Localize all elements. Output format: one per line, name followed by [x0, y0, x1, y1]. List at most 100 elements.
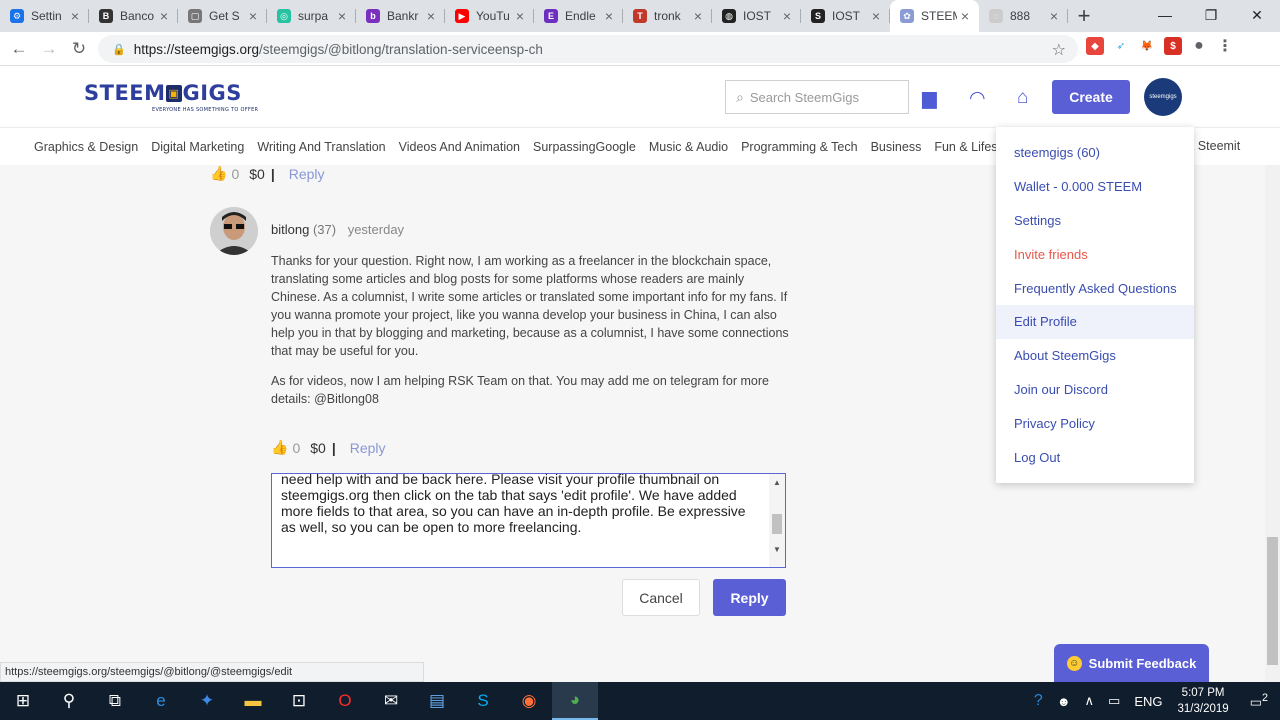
category-item[interactable]: & Steemit [1186, 139, 1240, 153]
tab-close-icon[interactable]: × [1046, 8, 1062, 24]
restore-icon[interactable]: ❐ [1188, 0, 1234, 30]
category-item[interactable]: Digital Marketing [151, 140, 244, 154]
extension-icon[interactable]: ◆ [1086, 37, 1104, 55]
tab-close-icon[interactable]: × [690, 8, 706, 24]
mail-icon[interactable]: ✉ [368, 682, 414, 720]
tab-close-icon[interactable]: × [245, 8, 261, 24]
browser-tab[interactable]: E Endle × [534, 0, 623, 32]
dropdown-item[interactable]: Join our Discord [996, 373, 1194, 407]
task-view-icon[interactable]: ⧉ [92, 682, 138, 720]
search-icon[interactable]: ⚲ [46, 682, 92, 720]
author-name[interactable]: bitlong [271, 222, 309, 237]
browser-tab[interactable]: b Bankr × [356, 0, 445, 32]
browser-tab[interactable]: ✿ STEEM× [890, 0, 979, 32]
windows-start-icon[interactable]: ⊞ [0, 682, 46, 720]
extension-icon[interactable]: $ [1164, 37, 1182, 55]
scroll-thumb[interactable] [772, 514, 782, 534]
chrome-icon[interactable]: ◕ [552, 682, 598, 720]
reply-link[interactable]: Reply [350, 440, 386, 456]
close-window-icon[interactable]: ✕ [1234, 0, 1280, 30]
dropdown-item[interactable]: Wallet - 0.000 STEEM [996, 170, 1194, 204]
upvote-icon[interactable]: 👍 [271, 439, 288, 456]
category-item[interactable]: Graphics & Design [34, 140, 138, 154]
category-item[interactable]: Writing And Translation [257, 140, 385, 154]
edge-icon[interactable]: e [138, 682, 184, 720]
create-button[interactable]: Create [1052, 80, 1130, 114]
browser-tab[interactable]: ▢ Get S × [178, 0, 267, 32]
search-input[interactable] [749, 89, 890, 105]
browser-tab[interactable]: ◍ IOST × [712, 0, 801, 32]
reload-icon[interactable]: ↻ [64, 34, 94, 64]
dropdown-item[interactable]: steemgigs (60) [996, 136, 1194, 170]
minimize-icon[interactable]: — [1142, 0, 1188, 30]
shopping-bag-icon[interactable]: ⌂ [1017, 87, 1028, 109]
page-scroll-thumb[interactable] [1267, 537, 1278, 665]
tab-close-icon[interactable]: × [423, 8, 439, 24]
dropbox-icon[interactable]: ✦ [184, 682, 230, 720]
tab-close-icon[interactable]: × [334, 8, 350, 24]
cancel-button[interactable]: Cancel [622, 579, 700, 616]
reply-button[interactable]: Reply [713, 579, 786, 616]
browser-tab[interactable]: ◎ surpa × [267, 0, 356, 32]
extension-icon[interactable]: ➶ [1112, 37, 1130, 55]
submit-feedback-button[interactable]: ☺ Submit Feedback [1054, 644, 1209, 682]
reply-textarea[interactable]: need help with and be back here. Please … [272, 474, 770, 567]
dropdown-item[interactable]: Edit Profile [996, 304, 1194, 339]
upvote-icon[interactable]: 👍 [210, 165, 227, 182]
category-item[interactable]: Business [871, 140, 922, 154]
steemgigs-logo[interactable]: STEEM ▣ GIGS EVERYONE HAS SOMETHING TO OFF… [84, 81, 258, 113]
skype-icon[interactable]: S [460, 682, 506, 720]
browser-tab[interactable]: ◌ 888 × [979, 0, 1068, 32]
tab-close-icon[interactable]: × [512, 8, 528, 24]
opera-icon[interactable]: O [322, 682, 368, 720]
category-item[interactable]: Videos And Animation [399, 140, 520, 154]
scroll-up-icon[interactable]: ▲ [769, 476, 785, 490]
user-avatar[interactable]: steemgigs [1144, 78, 1182, 116]
browser-tab[interactable]: ⚙ Settin × [0, 0, 89, 32]
dropdown-item[interactable]: Frequently Asked Questions [996, 271, 1194, 305]
browser-tab[interactable]: Ttronk × [623, 0, 712, 32]
comment-avatar[interactable] [210, 207, 258, 255]
new-tab-button[interactable]: + [1068, 0, 1100, 32]
tab-close-icon[interactable]: × [868, 8, 884, 24]
help-icon[interactable]: ? [1034, 692, 1043, 710]
browser-tab[interactable]: B Banco × [89, 0, 178, 32]
notification-icon[interactable]: ▭2 [1250, 692, 1268, 710]
textarea-scrollbar[interactable]: ▲ ▼ [769, 474, 785, 567]
browser-tab[interactable]: S IOST × [801, 0, 890, 32]
page-scrollbar[interactable] [1265, 165, 1280, 682]
dropdown-item[interactable]: About SteemGigs [996, 339, 1194, 373]
chevron-up-icon[interactable]: ∧ [1085, 693, 1095, 709]
dropdown-item[interactable]: Invite friends [996, 237, 1194, 271]
browser-tab[interactable]: ▶ YouTu × [445, 0, 534, 32]
file-explorer-icon[interactable]: ▬ [230, 682, 276, 720]
clock[interactable]: 5:07 PM 31/3/2019 [1178, 685, 1229, 717]
category-item[interactable]: Music & Audio [649, 140, 728, 154]
reply-link[interactable]: Reply [289, 166, 325, 182]
battery-icon[interactable]: ▭ [1108, 693, 1120, 709]
tab-close-icon[interactable]: × [67, 8, 83, 24]
address-bar[interactable]: 🔒 https://steemgigs.org/steemgigs/@bitlo… [98, 35, 1078, 63]
tab-close-icon[interactable]: × [779, 8, 795, 24]
dropdown-item[interactable]: Settings [996, 204, 1194, 238]
tab-close-icon[interactable]: × [156, 8, 172, 24]
back-icon[interactable]: ← [4, 34, 34, 64]
category-item[interactable]: SurpassingGoogle [533, 140, 636, 154]
profile-icon[interactable]: ● [1190, 37, 1208, 55]
people-icon[interactable]: ☻ [1057, 694, 1071, 709]
dropdown-item[interactable]: Privacy Policy [996, 406, 1194, 440]
firefox-icon[interactable]: ◉ [506, 682, 552, 720]
tab-close-icon[interactable]: × [601, 8, 617, 24]
scroll-down-icon[interactable]: ▼ [769, 543, 785, 557]
metamask-icon[interactable]: 🦊 [1138, 37, 1156, 55]
tab-close-icon[interactable]: × [957, 8, 973, 24]
menu-icon[interactable]: ⋮ [1216, 37, 1234, 55]
store-icon[interactable]: ⊡ [276, 682, 322, 720]
bookmark-star-icon[interactable]: ☆ [1052, 40, 1066, 60]
dashboard-gauge-icon[interactable]: ◠ [969, 87, 986, 110]
language-indicator[interactable]: ENG [1134, 694, 1162, 709]
network-app-icon[interactable]: ▤ [414, 682, 460, 720]
dropdown-item[interactable]: Log Out [996, 440, 1194, 474]
category-item[interactable]: Programming & Tech [741, 140, 858, 154]
chat-icon[interactable]: ▆ [922, 87, 937, 110]
